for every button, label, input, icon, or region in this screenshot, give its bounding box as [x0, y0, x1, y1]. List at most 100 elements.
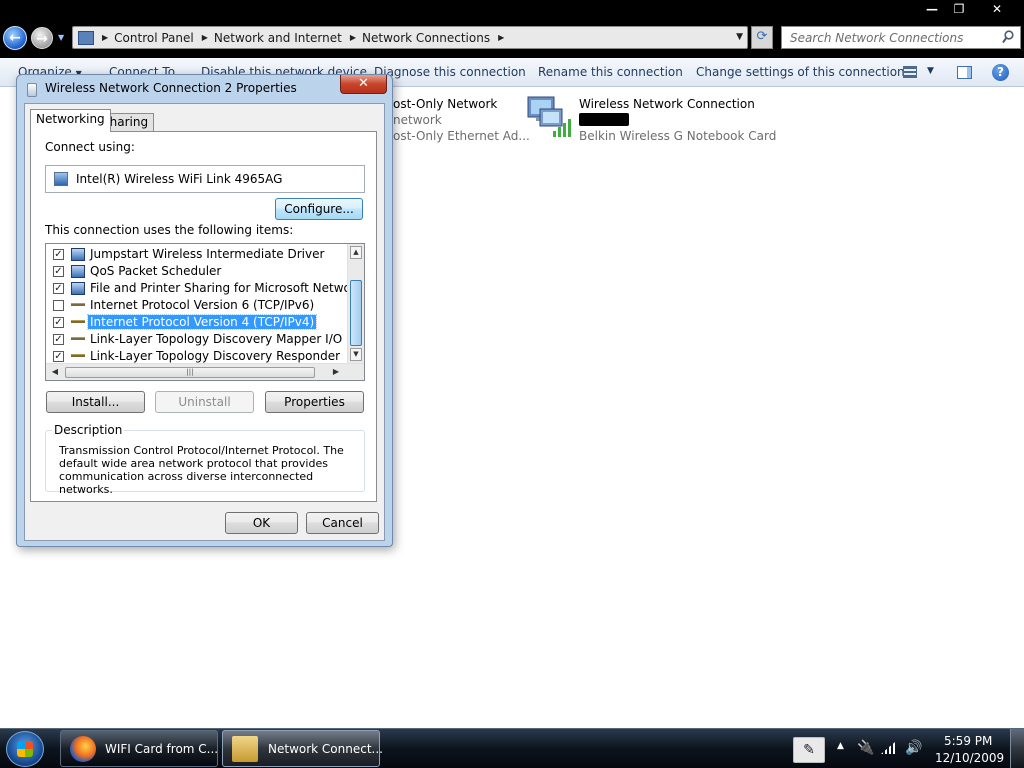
refresh-button[interactable]: ⟳ [751, 26, 773, 49]
breadcrumb-separator-icon[interactable]: ▶ [350, 33, 356, 42]
list-item[interactable]: Internet Protocol Version 6 (TCP/IPv6) [46, 297, 346, 314]
configure-button[interactable]: Configure... [275, 198, 363, 220]
action-center-icon[interactable]: ✎ [793, 737, 825, 763]
item-label: Internet Protocol Version 4 (TCP/IPv4) [86, 314, 318, 330]
item-checkbox[interactable]: ✓ [53, 283, 64, 294]
close-window-button[interactable]: ✕ [973, 0, 1021, 20]
item-checkbox[interactable] [53, 300, 64, 311]
network-component-icon [71, 265, 85, 278]
connection-items-list[interactable]: ✓ Jumpstart Wireless Intermediate Driver ✓… [45, 243, 365, 381]
vertical-scroll-thumb[interactable] [350, 280, 362, 346]
rename-command[interactable]: Rename this connection [538, 65, 683, 79]
clock-date[interactable]: 12/10/2009 [935, 751, 1004, 765]
uninstall-button: Uninstall [155, 391, 254, 413]
install-button[interactable]: Install... [46, 391, 145, 413]
breadcrumb-separator-icon[interactable]: ▶ [498, 33, 504, 42]
refresh-icon: ⟳ [756, 29, 768, 44]
help-icon[interactable]: ? [992, 64, 1009, 81]
network-connections-icon [232, 736, 258, 762]
forward-button[interactable]: → [31, 27, 53, 49]
item-label: Jumpstart Wireless Intermediate Driver [90, 247, 325, 261]
network-component-icon [71, 282, 85, 295]
recent-pages-dropdown-icon[interactable]: ▼ [58, 33, 64, 42]
item-checkbox[interactable]: ✓ [53, 266, 64, 277]
start-button[interactable] [6, 731, 44, 767]
list-item[interactable]: ✓ QoS Packet Scheduler [46, 263, 346, 280]
item-label: Link-Layer Topology Discovery Mapper I/O… [90, 332, 365, 346]
network-component-icon [71, 248, 85, 261]
change-settings-command[interactable]: Change settings of this connection [696, 65, 905, 79]
adapter-name: Intel(R) Wireless WiFi Link 4965AG [76, 172, 283, 186]
dialog-title: Wireless Network Connection 2 Properties [45, 81, 297, 95]
taskbar-item-label: WIFI Card from C... [105, 742, 219, 756]
vertical-scrollbar[interactable]: ▲ ▼ [347, 244, 364, 365]
connection-device: ost-Only Ethernet Ad... [393, 129, 530, 143]
diagnose-command[interactable]: Diagnose this connection [374, 65, 526, 79]
list-item[interactable]: ✓ Internet Protocol Version 4 (TCP/IPv4) [46, 314, 346, 331]
item-checkbox[interactable]: ✓ [53, 317, 64, 328]
ok-button[interactable]: OK [225, 512, 298, 534]
forward-arrow-icon: → [36, 31, 48, 47]
item-label: Link-Layer Topology Discovery Responder [90, 349, 341, 363]
clock-time[interactable]: 5:59 PM [944, 734, 992, 748]
scroll-right-icon[interactable]: ▶ [330, 366, 342, 378]
list-item[interactable]: ✓ Link-Layer Topology Discovery Mapper I/… [46, 331, 364, 348]
redacted-network-name [579, 113, 629, 126]
item-checkbox[interactable]: ✓ [53, 351, 64, 362]
control-panel-icon [78, 30, 94, 45]
minimize-button[interactable]: — [917, 0, 947, 20]
horizontal-scrollbar[interactable]: ◀ ||| ▶ [46, 363, 364, 380]
show-hidden-icons-icon[interactable]: ▲ [837, 741, 844, 751]
description-legend: Description [52, 423, 125, 437]
horizontal-scroll-thumb[interactable]: ||| [65, 367, 315, 378]
back-arrow-icon: ← [9, 30, 21, 46]
description-group: Description Transmission Control Protoco… [45, 423, 365, 496]
item-checkbox[interactable]: ✓ [53, 249, 64, 260]
breadcrumb-separator-icon[interactable]: ▶ [102, 33, 108, 42]
back-button[interactable]: ← [3, 26, 27, 50]
taskbar-item-firefox[interactable]: WIFI Card from C... [60, 730, 218, 767]
address-dropdown-icon[interactable]: ▼ [736, 32, 743, 42]
scroll-up-icon[interactable]: ▲ [350, 246, 362, 259]
cancel-button[interactable]: Cancel [306, 512, 379, 534]
preview-pane-icon[interactable] [957, 66, 972, 79]
connection-name: ost-Only Network [393, 97, 498, 111]
adapter-field: Intel(R) Wireless WiFi Link 4965AG [45, 165, 365, 193]
volume-icon[interactable]: 🔊 [905, 740, 922, 756]
power-icon[interactable]: 🔌 [857, 740, 874, 756]
connection-device: Belkin Wireless G Notebook Card [579, 129, 777, 143]
connection-name: Wireless Network Connection [579, 97, 755, 111]
item-label: QoS Packet Scheduler [90, 264, 222, 278]
views-icon[interactable] [903, 66, 917, 78]
explorer-title-bar: — ❐ ✕ ← → ▼ ▶ Control Panel ▶ Network an… [0, 0, 1024, 58]
item-label: Internet Protocol Version 6 (TCP/IPv6) [90, 298, 315, 312]
scroll-left-icon[interactable]: ◀ [49, 366, 61, 378]
protocol-icon [71, 337, 85, 340]
list-item[interactable]: ✓ File and Printer Sharing for Microsoft … [46, 280, 364, 297]
search-input[interactable] [782, 27, 992, 48]
address-bar[interactable]: ▶ Control Panel ▶ Network and Internet ▶… [72, 26, 748, 49]
list-item[interactable]: ✓ Jumpstart Wireless Intermediate Driver [46, 246, 346, 263]
connection-properties-icon [27, 83, 37, 97]
breadcrumb-network-connections[interactable]: Network Connections [362, 31, 490, 45]
protocol-icon [71, 303, 85, 306]
properties-button[interactable]: Properties [265, 391, 364, 413]
tab-networking[interactable]: Networking [30, 109, 111, 132]
scroll-down-icon[interactable]: ▼ [350, 348, 362, 361]
search-box[interactable] [781, 26, 1021, 49]
breadcrumb-separator-icon[interactable]: ▶ [202, 33, 208, 42]
restore-button[interactable]: ❐ [946, 0, 972, 20]
breadcrumb-control-panel[interactable]: Control Panel [114, 31, 194, 45]
views-dropdown-icon[interactable]: ▼ [927, 66, 934, 76]
breadcrumb-network-and-internet[interactable]: Network and Internet [214, 31, 342, 45]
show-desktop-button[interactable] [1010, 729, 1024, 768]
taskbar-item-network-connections[interactable]: Network Connect... [222, 730, 383, 767]
networking-tab-panel: Connect using: Intel(R) Wireless WiFi Li… [30, 131, 377, 502]
firefox-icon [70, 736, 96, 762]
search-icon[interactable] [1002, 30, 1014, 44]
windows-logo-icon [17, 741, 33, 757]
item-checkbox[interactable]: ✓ [53, 334, 64, 345]
protocol-icon [71, 320, 85, 323]
dialog-body: Networking Sharing Connect using: Intel(… [24, 103, 385, 541]
dialog-close-button[interactable]: ✕ [340, 75, 387, 94]
